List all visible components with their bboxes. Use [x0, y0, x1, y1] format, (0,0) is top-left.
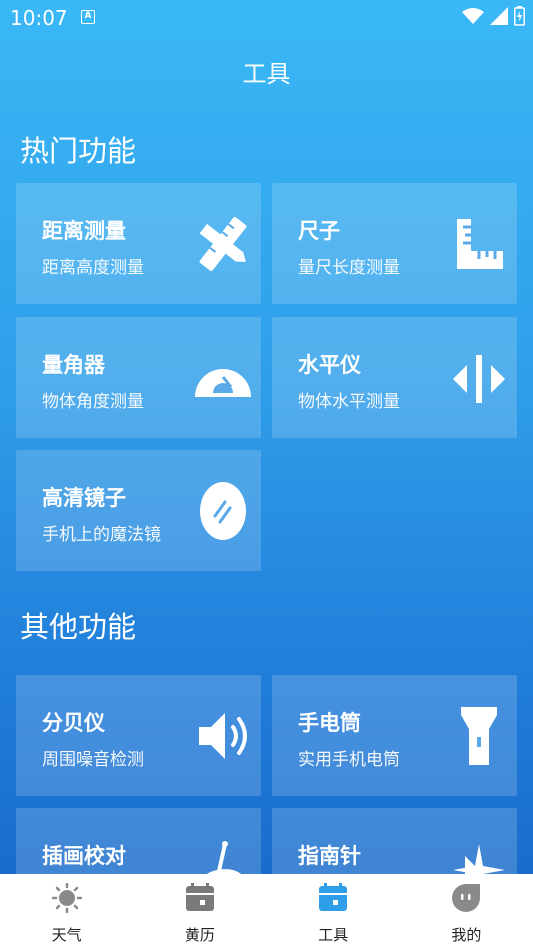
- card-subtitle: 量尺长度测量: [298, 258, 400, 278]
- card-distance-measure[interactable]: 距离测量 距离高度测量: [16, 183, 261, 304]
- card-subtitle: 物体角度测量: [42, 392, 144, 412]
- calendar-icon: [185, 883, 214, 911]
- card-title: 量角器: [42, 353, 105, 377]
- card-title: 插画校对: [42, 844, 126, 868]
- card-title: 分贝仪: [42, 711, 105, 735]
- card-flashlight[interactable]: 手电筒 实用手机电筒: [272, 675, 517, 796]
- card-title: 距离测量: [42, 219, 126, 243]
- protractor-icon: [195, 369, 251, 397]
- status-icons: [462, 6, 525, 26]
- tab-tools[interactable]: 工具: [267, 874, 400, 947]
- speaker-icon: [199, 713, 247, 759]
- notification-icon: A: [81, 10, 95, 24]
- signal-icon: [490, 7, 508, 25]
- card-subtitle: 周围噪音检测: [42, 750, 144, 770]
- status-bar: 10:07 A: [0, 0, 533, 36]
- tab-label: 我的: [451, 926, 482, 944]
- card-title: 水平仪: [298, 353, 361, 377]
- card-subtitle: 实用手机电筒: [298, 750, 400, 770]
- card-subtitle: 距离高度测量: [42, 258, 144, 278]
- battery-icon: [514, 6, 525, 26]
- ruler-pencil-icon: [199, 217, 247, 271]
- section-title-hot: 热门功能: [20, 134, 137, 168]
- tab-label: 天气: [51, 926, 82, 944]
- l-ruler-icon: [457, 219, 503, 269]
- wifi-icon: [462, 8, 484, 24]
- flashlight-icon: [461, 707, 497, 765]
- status-time: 10:07: [10, 6, 68, 30]
- profile-icon: [452, 884, 481, 912]
- mirror-icon: [200, 482, 246, 540]
- card-subtitle: 手机上的魔法镜: [42, 525, 161, 545]
- card-title: 尺子: [298, 219, 340, 243]
- page-title: 工具: [242, 60, 291, 88]
- section-title-other: 其他功能: [20, 610, 137, 644]
- card-protractor[interactable]: 量角器 物体角度测量: [16, 317, 261, 438]
- tab-label: 黄历: [184, 926, 215, 944]
- tab-profile[interactable]: 我的: [400, 874, 533, 947]
- tab-weather[interactable]: 天气: [0, 874, 133, 947]
- card-decibel-meter[interactable]: 分贝仪 周围噪音检测: [16, 675, 261, 796]
- toolbox-icon: [319, 883, 348, 911]
- tab-almanac[interactable]: 黄历: [133, 874, 266, 947]
- card-ruler[interactable]: 尺子 量尺长度测量: [272, 183, 517, 304]
- bottom-tab-bar: 天气 黄历 工具 我的: [0, 874, 533, 947]
- card-mirror[interactable]: 高清镜子 手机上的魔法镜: [16, 450, 261, 571]
- level-icon: [453, 355, 505, 403]
- card-title: 高清镜子: [42, 486, 126, 510]
- tab-label: 工具: [318, 926, 349, 944]
- card-title: 指南针: [298, 844, 361, 868]
- card-title: 手电筒: [298, 711, 361, 735]
- sun-icon: [51, 883, 82, 913]
- card-subtitle: 物体水平测量: [298, 392, 400, 412]
- card-level[interactable]: 水平仪 物体水平测量: [272, 317, 517, 438]
